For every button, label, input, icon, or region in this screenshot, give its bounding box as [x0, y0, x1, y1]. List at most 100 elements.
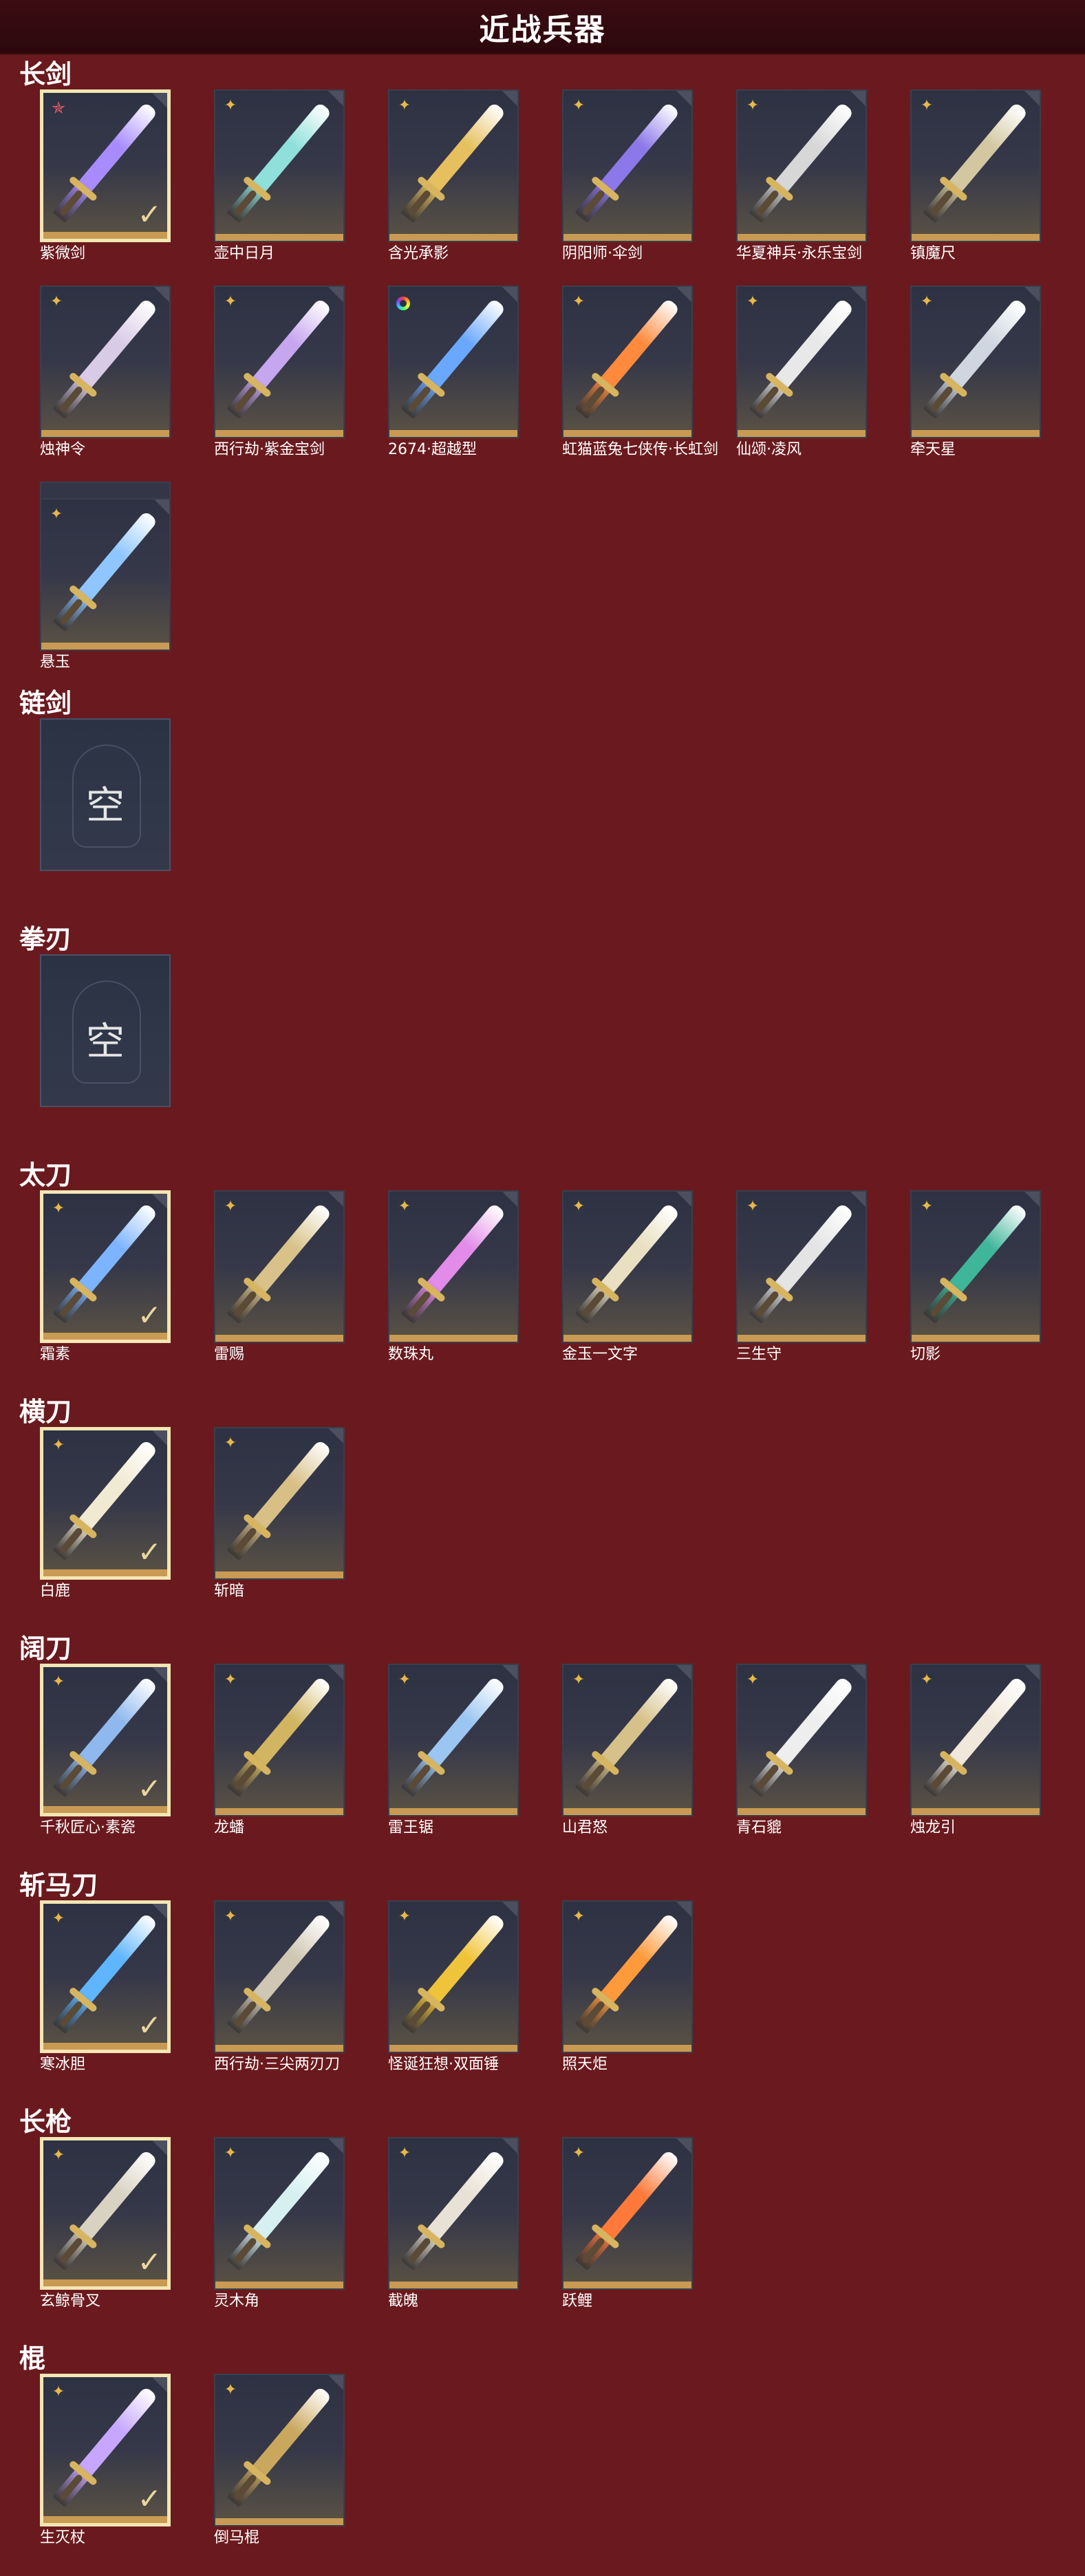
weapon-name: 数珠丸	[388, 1346, 434, 1363]
weapon-card: ✦	[388, 1664, 519, 1816]
weapon-item[interactable]: ✦ 跃鲤	[562, 2137, 700, 2310]
weapon-art-icon	[226, 1912, 332, 2035]
weapon-art-icon	[400, 297, 506, 420]
empty-weapon-slot[interactable]: 空	[40, 718, 178, 883]
weapon-card: ✦	[40, 286, 171, 438]
weapon-item[interactable]: ✦ ✓ 玄鲸骨叉	[40, 2137, 178, 2310]
corner-tag-icon	[328, 91, 343, 106]
weapon-card: ✦	[736, 1664, 867, 1816]
weapon-item[interactable]: ✦ 金玉一文字	[562, 1190, 700, 1363]
corner-tag-icon	[154, 287, 169, 302]
section-title: 链剑	[19, 688, 72, 718]
weapon-card: ✦	[40, 498, 171, 651]
weapon-item[interactable]: ✦ 阴阳师·伞剑	[562, 89, 700, 262]
section-title: 棍	[19, 2343, 46, 2374]
section-title: 拳刃	[19, 924, 72, 954]
weapon-name: 烛龙引	[910, 1819, 956, 1836]
weapon-item[interactable]: ✦ 切影	[910, 1190, 1048, 1363]
rarity-star-icon: ✦	[746, 293, 760, 310]
weapon-name: 跃鲤	[562, 2293, 593, 2310]
weapon-item[interactable]: ✦ ✓ 千秋匠心·素瓷	[40, 1664, 178, 1836]
weapon-name: 2674·超越型	[388, 441, 477, 458]
weapon-art-icon	[749, 1675, 855, 1798]
rarity-star-icon: ✦	[398, 1908, 411, 1925]
weapon-item[interactable]: ✦ 牵天星	[910, 286, 1048, 458]
empty-label: 空	[86, 1020, 125, 1064]
weapon-card: ✦	[910, 89, 1041, 242]
corner-tag-icon	[152, 1667, 167, 1682]
weapon-item[interactable]: ✦ 青石貔	[736, 1664, 874, 1836]
weapon-name: 仙颂·凌风	[736, 441, 802, 458]
weapon-item[interactable]: ✦ 镇魔尺	[910, 89, 1048, 262]
weapon-card: ✦ ✓	[40, 1900, 171, 2053]
weapon-item[interactable]: ✦ 西行劫·紫金宝剑	[214, 286, 352, 458]
section-title: 横刀	[19, 1397, 72, 1427]
corner-tag-icon	[328, 1428, 343, 1443]
corner-tag-icon	[328, 287, 343, 302]
weapon-card: ✦	[388, 89, 519, 242]
rarity-star-icon: ✦	[224, 2381, 237, 2398]
corner-tag-icon	[152, 2377, 167, 2392]
weapon-item[interactable]: ✦ 照天炬	[562, 1900, 700, 2073]
weapon-card: ✦	[736, 1190, 867, 1343]
weapon-name: 倒马棍	[214, 2529, 260, 2546]
section-title: 斩马刀	[19, 1870, 98, 1900]
weapon-item[interactable]: ✦ 数珠丸	[388, 1190, 526, 1363]
corner-tag-icon	[676, 1902, 691, 1917]
weapon-art-icon	[400, 1912, 506, 2035]
check-icon: ✓	[137, 197, 162, 231]
weapon-item[interactable]: ✯ ✓ 紫微剑	[40, 89, 178, 262]
empty-weapon-slot[interactable]: 空	[40, 954, 178, 1119]
corner-tag-icon	[328, 1665, 343, 1680]
weapon-item[interactable]: ✦ ✓ 寒冰胆	[40, 1900, 178, 2073]
weapon-card: ✦	[388, 2137, 519, 2290]
weapon-item[interactable]: ✦ 壶中日月	[214, 89, 352, 262]
weapon-item[interactable]: ✦ ✓ 霜素	[40, 1190, 178, 1363]
rarity-star-icon: ✦	[572, 1908, 586, 1925]
weapon-item[interactable]: ✦ 斩暗	[214, 1427, 352, 1600]
rarity-star-icon: ✦	[50, 506, 63, 523]
weapon-item[interactable]: ✦ 烛龙引	[910, 1664, 1048, 1836]
corner-tag-icon	[1024, 91, 1040, 106]
weapon-art-icon	[400, 1675, 506, 1798]
check-icon: ✓	[137, 2482, 162, 2515]
weapon-item[interactable]: ✦ 灵木角	[214, 2137, 352, 2310]
weapon-art-icon	[400, 2149, 506, 2271]
weapon-item[interactable]: ✦ 龙蟠	[214, 1664, 352, 1836]
rarity-star-icon: ✦	[572, 2145, 586, 2162]
weapon-art-icon	[923, 101, 1029, 224]
weapon-item[interactable]: ✦ 雷王锯	[388, 1664, 526, 1836]
corner-tag-icon	[152, 1194, 167, 1209]
weapon-name: 雷赐	[214, 1346, 245, 1363]
weapon-item[interactable]: ✦ 仙颂·凌风	[736, 286, 874, 458]
rarity-star-icon: ✦	[224, 2145, 237, 2162]
weapon-art-icon	[574, 297, 680, 420]
rarity-star-icon: ✦	[224, 1671, 237, 1688]
weapon-name: 灵木角	[214, 2293, 260, 2310]
weapon-item[interactable]: ✦ 西行劫·三尖两刃刀	[214, 1900, 352, 2073]
weapon-item[interactable]: ✦ 含光承影	[388, 89, 526, 262]
weapon-item[interactable]: 2674·超越型	[388, 286, 526, 458]
corner-tag-icon	[152, 1430, 167, 1446]
weapon-art-icon	[749, 1202, 855, 1324]
corner-tag-icon	[676, 91, 691, 106]
weapon-item[interactable]: ✦ 悬玉	[40, 482, 178, 671]
weapon-item[interactable]: ✦ 倒马棍	[214, 2374, 352, 2546]
weapon-name: 西行劫·三尖两刃刀	[214, 2056, 340, 2073]
weapon-item[interactable]: ✦ 烛神令	[40, 286, 178, 458]
weapon-card	[388, 286, 519, 438]
weapon-item[interactable]: ✦ ✓ 白鹿	[40, 1427, 178, 1600]
weapon-item[interactable]: ✦ 山君怒	[562, 1664, 700, 1836]
weapon-name: 照天炬	[562, 2056, 608, 2073]
weapon-item[interactable]: ✦ 怪诞狂想·双面锤	[388, 1900, 526, 2073]
weapon-item[interactable]: ✦ ✓ 生灭杖	[40, 2374, 178, 2546]
weapon-item[interactable]: ✦ 截魄	[388, 2137, 526, 2310]
weapon-item[interactable]: ✦ 华夏神兵·永乐宝剑	[736, 89, 874, 262]
weapon-item[interactable]: ✦ 雷赐	[214, 1190, 352, 1363]
weapon-item[interactable]: ✦ 虹猫蓝兔七侠传·长虹剑	[562, 286, 718, 458]
weapon-art-icon	[226, 1675, 332, 1798]
corner-tag-icon	[502, 1902, 517, 1917]
weapon-item[interactable]: ✦ 三生守	[736, 1190, 874, 1363]
rarity-star-icon: ✦	[572, 1198, 586, 1215]
corner-tag-icon	[502, 1192, 517, 1207]
